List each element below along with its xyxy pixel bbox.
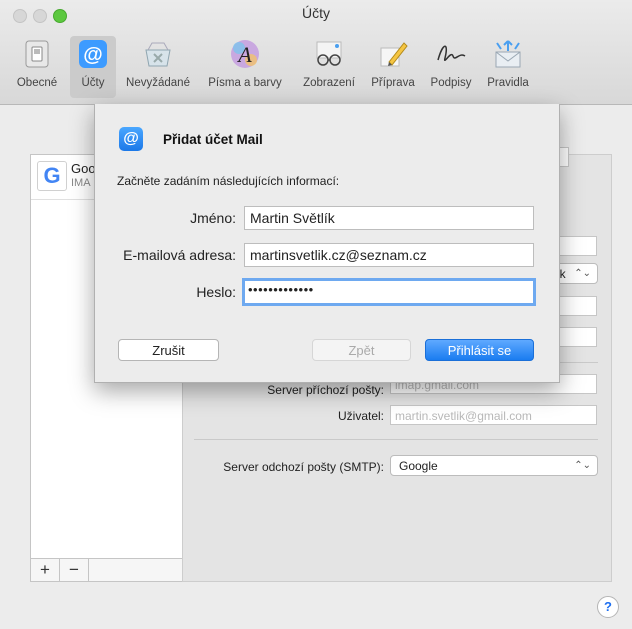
- account-name: Goo: [71, 161, 96, 176]
- popup-arrows-icon: ⌃⌄: [574, 268, 591, 279]
- cancel-button[interactable]: Zrušit: [118, 339, 219, 361]
- title-bar: Účty Obecné @ Účty Nevyžádané A Písma a …: [0, 0, 632, 105]
- email-field[interactable]: martinsvetlik.cz@seznam.cz: [244, 243, 534, 267]
- account-type: IMA: [71, 177, 91, 189]
- toolbar-tab-rules[interactable]: Pravidla: [481, 36, 535, 98]
- name-field[interactable]: Martin Světlík: [244, 206, 534, 230]
- email-label: E-mailová adresa:: [123, 247, 236, 263]
- at-sign-icon: @: [79, 40, 107, 68]
- smtp-label: Server odchozí pošty (SMTP):: [223, 460, 384, 474]
- toolbar-tab-viewing[interactable]: Zobrazení: [294, 36, 364, 98]
- sheet-subtitle: Začněte zadáním následujících informací:: [117, 174, 340, 188]
- toolbar-label: Účty: [81, 77, 105, 89]
- toolbar-label: Podpisy: [430, 77, 472, 89]
- window-title: Účty: [302, 5, 330, 21]
- detail-field[interactable]: [555, 236, 597, 256]
- glasses-icon: [316, 41, 342, 66]
- switch-icon: [25, 40, 49, 68]
- toolbar-tab-signatures[interactable]: Podpisy: [423, 36, 479, 98]
- detail-field[interactable]: [555, 327, 597, 347]
- toolbar-label: Písma a barvy: [208, 77, 282, 89]
- google-logo-icon: G: [37, 161, 67, 191]
- toolbar-tab-fonts[interactable]: A Písma a barvy: [201, 36, 289, 98]
- toolbar-label: Příprava: [371, 77, 415, 89]
- toolbar-label: Pravidla: [487, 77, 529, 89]
- toolbar-label: Nevyžádané: [126, 77, 190, 89]
- sheet-title: Přidat účet Mail: [163, 132, 263, 147]
- help-button[interactable]: ?: [597, 596, 619, 618]
- font-icon: A: [231, 40, 259, 68]
- junk-tray-icon: [145, 42, 171, 67]
- user-label: Uživatel:: [337, 409, 384, 423]
- mail-at-icon: @: [119, 127, 143, 151]
- toolbar-tab-general[interactable]: Obecné: [10, 36, 64, 98]
- toolbar-tab-junk[interactable]: Nevyžádané: [119, 36, 197, 98]
- svg-text:@: @: [83, 44, 103, 66]
- password-field[interactable]: •••••••••••••: [242, 278, 536, 306]
- incoming-server-label: Server příchozí pošty:: [267, 383, 384, 397]
- name-label: Jméno:: [190, 210, 236, 226]
- rules-envelope-icon: [495, 40, 521, 68]
- password-label: Heslo:: [196, 284, 236, 300]
- add-account-sheet: @ Přidat účet Mail Začněte zadáním násle…: [94, 104, 560, 383]
- toolbar-tab-composing[interactable]: Příprava: [365, 36, 421, 98]
- toolbar-tab-accounts[interactable]: @ Účty: [70, 36, 116, 98]
- popup-arrows-icon: ⌃⌄: [574, 460, 591, 471]
- back-button[interactable]: Zpět: [312, 339, 411, 361]
- smtp-popup-value: Google: [399, 459, 438, 473]
- divider: [194, 439, 598, 440]
- list-footer: + −: [30, 558, 184, 582]
- toolbar-label: Zobrazení: [303, 77, 355, 89]
- add-account-button[interactable]: +: [31, 559, 60, 581]
- remove-account-button[interactable]: −: [60, 559, 89, 581]
- sign-in-button[interactable]: Přihlásit se: [425, 339, 534, 361]
- user-field[interactable]: martin.svetlik@gmail.com: [390, 405, 597, 425]
- signature-icon: [437, 45, 466, 61]
- toolbar-label: Obecné: [16, 77, 58, 89]
- preferences-window: Účty Obecné @ Účty Nevyžádané A Písma a …: [0, 0, 632, 629]
- svg-text:A: A: [236, 42, 252, 67]
- detail-field[interactable]: [555, 296, 597, 316]
- smtp-popup[interactable]: Google ⌃⌄: [390, 455, 598, 476]
- pencil-icon: [380, 42, 408, 67]
